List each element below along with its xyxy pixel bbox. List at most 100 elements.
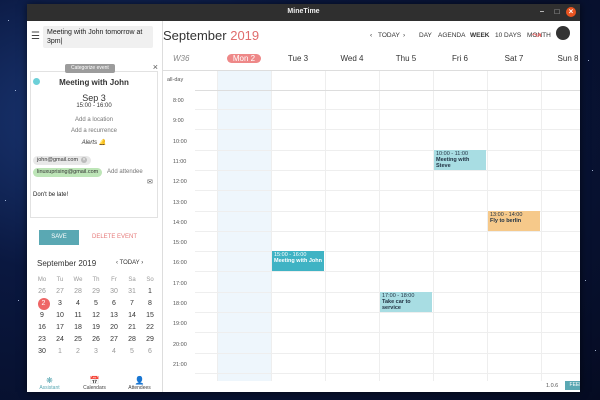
hour-line <box>195 230 580 232</box>
day-header[interactable]: Fri 6 <box>433 54 487 63</box>
mini-day[interactable]: 3 <box>51 298 69 310</box>
mini-day[interactable]: 26 <box>87 334 105 346</box>
day-header[interactable]: Mon 2 <box>217 54 271 63</box>
mini-day[interactable]: 27 <box>105 334 123 346</box>
mini-day[interactable]: 3 <box>87 346 105 358</box>
mini-day[interactable]: 1 <box>141 286 159 298</box>
mail-icon[interactable]: ✉ <box>147 178 153 186</box>
mini-day[interactable]: 14 <box>123 310 141 322</box>
calendar-event[interactable]: 10:00 - 11:00 Meeting with Steve <box>434 149 486 170</box>
mini-day[interactable]: 22 <box>141 322 159 334</box>
mini-day[interactable]: 15 <box>141 310 159 322</box>
delete-event-button[interactable]: DELETE EVENT <box>92 230 137 245</box>
maximize-button[interactable]: □ <box>552 7 562 17</box>
avatar[interactable] <box>556 26 570 40</box>
mini-day[interactable]: 30 <box>33 346 51 358</box>
save-button[interactable]: SAVE <box>39 230 79 245</box>
event-title[interactable]: Meeting with John <box>31 78 157 87</box>
calendar-event[interactable]: 15:00 - 16:00 Meeting with John <box>272 251 324 272</box>
mini-day[interactable]: 19 <box>87 322 105 334</box>
add-location-link[interactable]: Add a location <box>31 117 157 123</box>
day-header[interactable]: Sat 7 <box>487 54 541 63</box>
chevron-right-icon[interactable]: › <box>403 32 405 39</box>
event-time[interactable]: 15:00 - 16:00 <box>31 103 157 109</box>
mini-day[interactable]: 2 <box>69 346 87 358</box>
calendar-event[interactable]: 13:00 - 14:00 Fly to berlin <box>488 210 540 231</box>
weekday-label: So <box>146 277 154 283</box>
mini-day[interactable]: 27 <box>51 286 69 298</box>
remove-attendee-icon[interactable]: × <box>81 156 88 163</box>
mini-day[interactable]: 5 <box>123 346 141 358</box>
mini-day[interactable]: 12 <box>87 310 105 322</box>
week-grid[interactable]: all-day 8:00 9:00 10:00 11:00 12:00 13:00 14:0… <box>163 70 580 381</box>
mini-day[interactable]: 28 <box>123 334 141 346</box>
hour-label: 15:00 <box>173 240 187 247</box>
mini-day[interactable]: 4 <box>69 298 87 310</box>
view-agenda[interactable]: AGENDA <box>438 32 465 39</box>
close-button[interactable]: × <box>566 7 576 17</box>
day-header[interactable]: Thu 5 <box>379 54 433 63</box>
day-header[interactable]: Tue 3 <box>271 54 325 63</box>
categorize-event-button[interactable]: Categorize event <box>65 64 115 73</box>
mini-day[interactable]: 8 <box>141 298 159 310</box>
add-attendee-input[interactable]: Add attendee <box>107 169 143 175</box>
mini-day[interactable]: 23 <box>33 334 51 346</box>
mini-day[interactable]: 10 <box>51 310 69 322</box>
menu-icon[interactable]: ☰ <box>31 31 40 42</box>
chevron-left-icon[interactable]: ‹ <box>370 32 372 39</box>
chevron-right-icon[interactable]: › <box>141 260 143 266</box>
mini-day[interactable]: 2 <box>33 298 51 310</box>
mini-day[interactable]: 30 <box>105 286 123 298</box>
event-title: Fly to berlin <box>490 217 522 224</box>
alerts-label: Alerts <box>81 140 98 146</box>
mini-day[interactable]: 4 <box>105 346 123 358</box>
mini-day[interactable]: 31 <box>123 286 141 298</box>
nav-assistant[interactable]: ❋ Assistant <box>27 376 72 391</box>
nav-calendars[interactable]: 📅 Calendars <box>72 376 117 391</box>
mini-day[interactable]: 9 <box>33 310 51 322</box>
close-icon[interactable]: × <box>153 62 158 72</box>
today-button[interactable]: TODAY <box>378 32 400 39</box>
mini-day[interactable]: 11 <box>69 310 87 322</box>
view-day[interactable]: DAY <box>419 32 432 39</box>
mini-day[interactable]: 25 <box>69 334 87 346</box>
event-date[interactable]: Sep 3 <box>31 93 157 103</box>
calendar-event[interactable]: 17:00 - 18:00 Take car to service <box>380 291 432 312</box>
hour-label: 20:00 <box>173 341 187 348</box>
mini-day[interactable]: 17 <box>51 322 69 334</box>
add-recurrence-link[interactable]: Add a recurrence <box>31 128 157 134</box>
day-header[interactable]: Sun 8 <box>541 54 580 63</box>
chevron-left-icon[interactable]: ‹ <box>116 260 118 266</box>
mini-today-button[interactable]: TODAY <box>120 260 140 266</box>
mini-day[interactable]: 1 <box>51 346 69 358</box>
mini-today-day: 2 <box>37 298 50 310</box>
mini-day[interactable]: 18 <box>69 322 87 334</box>
nav-attendees[interactable]: 👤 Attendees <box>117 376 162 391</box>
mini-day[interactable]: 29 <box>87 286 105 298</box>
mini-day[interactable]: 13 <box>105 310 123 322</box>
mini-day[interactable]: 28 <box>69 286 87 298</box>
trend-icon[interactable]: ↝ <box>532 28 541 41</box>
event-note[interactable]: Don't be late! <box>33 192 68 198</box>
mini-day[interactable]: 5 <box>87 298 105 310</box>
mini-day[interactable]: 20 <box>105 322 123 334</box>
alerts-toggle[interactable]: Alerts 🔔 <box>31 139 157 146</box>
attendee-chip[interactable]: linuxuprising@gmail.com <box>33 168 103 177</box>
mini-day[interactable]: 24 <box>51 334 69 346</box>
view-10-days[interactable]: 10 DAYS <box>495 32 521 39</box>
mini-day[interactable]: 6 <box>141 346 159 358</box>
quick-event-input[interactable]: Meeting with John tomorrow at 3pm| <box>43 26 153 48</box>
mini-calendar-nav: ‹ TODAY › <box>116 260 143 266</box>
mini-day[interactable]: 16 <box>33 322 51 334</box>
mini-day[interactable]: 7 <box>123 298 141 310</box>
mini-day[interactable]: 21 <box>123 322 141 334</box>
calendar-view: September 2019 ‹ TODAY › DAY AGENDA WEEK… <box>163 21 580 392</box>
mini-day[interactable]: 6 <box>105 298 123 310</box>
mini-day[interactable]: 26 <box>33 286 51 298</box>
view-week[interactable]: WEEK <box>470 32 490 39</box>
minimize-button[interactable]: – <box>537 7 547 17</box>
feedback-button[interactable]: FEEDBACK <box>565 381 580 390</box>
day-header[interactable]: Wed 4 <box>325 54 379 63</box>
attendee-chip[interactable]: john@gmail.com × <box>33 156 92 165</box>
mini-day[interactable]: 29 <box>141 334 159 346</box>
